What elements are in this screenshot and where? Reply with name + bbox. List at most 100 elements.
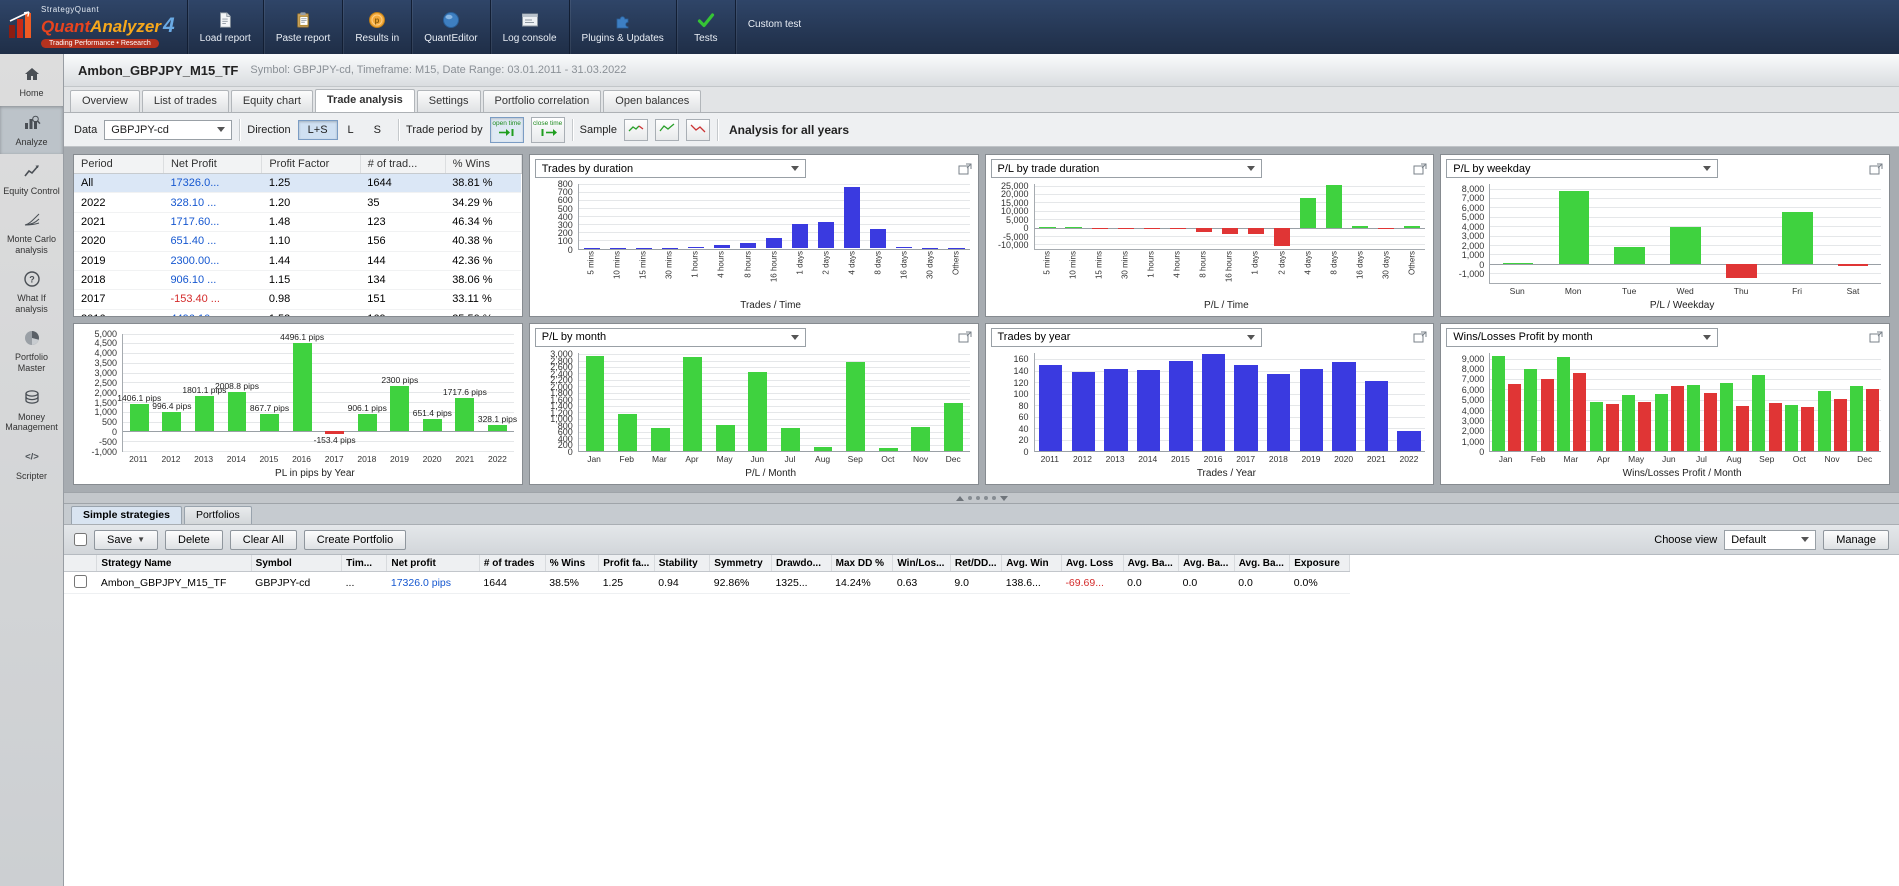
tab-overview[interactable]: Overview bbox=[70, 90, 140, 112]
column-header[interactable]: Profit fa... bbox=[598, 555, 655, 572]
column-header[interactable]: Exposure bbox=[1289, 555, 1350, 572]
column-header[interactable]: # of trades bbox=[479, 555, 546, 572]
x-tick-label: 2 days bbox=[1277, 250, 1287, 275]
table-row[interactable]: 20164496.10...1.5316935.50 % bbox=[74, 309, 522, 316]
sidebar-item-monte-carlo[interactable]: Monte Carlo analysis bbox=[0, 203, 63, 262]
paste-report-button[interactable]: Paste report bbox=[264, 0, 342, 54]
load-report-button[interactable]: Load report bbox=[188, 0, 263, 54]
x-tick-label: Jul bbox=[1696, 454, 1707, 464]
trade-period-close-time-button[interactable]: close time bbox=[530, 116, 565, 143]
expand-chart-icon[interactable] bbox=[1412, 330, 1428, 344]
column-header[interactable]: % Wins bbox=[445, 155, 522, 174]
sidebar-item-analyze[interactable]: Analyze bbox=[0, 105, 63, 155]
bar bbox=[194, 396, 214, 432]
sidebar-item-home[interactable]: Home bbox=[0, 57, 63, 106]
results-in-button[interactable]: p Results in bbox=[343, 0, 411, 54]
panel-splitter-handle[interactable] bbox=[64, 492, 1899, 504]
gridline bbox=[1490, 216, 1881, 218]
column-header[interactable]: Symbol bbox=[251, 555, 343, 572]
table-row[interactable]: 2019 2300.00... 1.44 144 42.36 % bbox=[74, 251, 522, 271]
expand-chart-icon[interactable] bbox=[957, 162, 973, 176]
tab-portfolios[interactable]: Portfolios bbox=[183, 506, 252, 524]
column-header[interactable]: Period bbox=[74, 155, 164, 174]
tests-button[interactable]: Tests bbox=[677, 0, 735, 54]
view-select[interactable]: Default bbox=[1724, 529, 1817, 550]
tab-portfolio-correlation[interactable]: Portfolio correlation bbox=[482, 90, 602, 112]
column-header[interactable]: Ret/DD... bbox=[950, 555, 1003, 572]
expand-chart-icon[interactable] bbox=[957, 330, 973, 344]
table-row[interactable]: 2021 1717.60... 1.48 123 46.34 % bbox=[74, 212, 522, 233]
expand-chart-icon[interactable] bbox=[1412, 162, 1428, 176]
tab-trade-analysis[interactable]: Trade analysis bbox=[314, 89, 415, 112]
table-row[interactable]: All 17326.0... 1.25 1644 38.81 % bbox=[74, 173, 522, 194]
column-header[interactable]: % Wins bbox=[545, 555, 600, 572]
sidebar-item-scripter[interactable]: </> Scripter bbox=[0, 439, 63, 488]
table-row[interactable]: 2022 328.10 ... 1.20 35 34.29 % bbox=[74, 192, 522, 213]
sidebar-item-money-management[interactable]: Money Management bbox=[0, 380, 63, 439]
chart-type-select[interactable]: Trades by duration bbox=[534, 159, 807, 178]
column-header[interactable]: Tim... bbox=[341, 555, 388, 572]
tab-list-of-trades[interactable]: List of trades bbox=[141, 90, 229, 112]
table-row[interactable]: 2020 651.40 ... 1.10 156 40.38 % bbox=[74, 231, 522, 252]
direction-short-button[interactable]: S bbox=[364, 120, 391, 140]
tab-settings[interactable]: Settings bbox=[416, 90, 481, 112]
sidebar-item-portfolio-master[interactable]: Portfolio Master bbox=[0, 321, 63, 380]
tab-open-balances[interactable]: Open balances bbox=[603, 90, 702, 112]
column-header[interactable]: # of trad... bbox=[360, 155, 446, 174]
data-select[interactable]: GBPJPY-cd bbox=[104, 119, 233, 140]
column-header[interactable]: Drawdo... bbox=[771, 555, 832, 572]
column-header[interactable]: Avg. Win bbox=[1001, 555, 1062, 572]
sidebar-item-what-if[interactable]: ? What If analysis bbox=[0, 262, 63, 321]
chart-type-select[interactable]: P/L by month bbox=[534, 327, 807, 347]
expand-chart-icon[interactable] bbox=[1868, 330, 1884, 344]
column-header[interactable]: Profit Factor bbox=[261, 155, 361, 174]
trade-period-open-time-button[interactable]: open time bbox=[489, 116, 524, 143]
column-header[interactable]: Net Profit bbox=[163, 155, 263, 174]
table-row[interactable]: 2018 906.10 ... 1.15 134 38.06 % bbox=[74, 270, 522, 291]
table-row[interactable]: Ambon_GBPJPY_M15_TF GBPJPY-cd... 17326.0 p… bbox=[64, 571, 1350, 594]
manage-button[interactable]: Manage bbox=[1823, 529, 1889, 550]
column-header[interactable]: Win/Los... bbox=[892, 555, 951, 572]
plugins-updates-button[interactable]: Plugins & Updates bbox=[570, 0, 676, 54]
column-header[interactable]: Avg. Ba... bbox=[1178, 555, 1235, 572]
bar bbox=[1837, 263, 1869, 267]
column-header[interactable]: Symmetry bbox=[709, 555, 772, 572]
sample-out-of-sample-button[interactable] bbox=[685, 118, 710, 141]
table-cell: 1644 bbox=[479, 571, 546, 594]
column-header[interactable]: Strategy Name bbox=[96, 555, 252, 572]
column-header[interactable]: Max DD % bbox=[831, 555, 894, 572]
x-tick-label: Aug bbox=[1726, 454, 1742, 464]
chart-type-select[interactable]: P/L by trade duration bbox=[990, 159, 1262, 178]
row-checkbox[interactable] bbox=[73, 574, 87, 588]
chart-type-select[interactable]: P/L by weekday bbox=[1446, 159, 1718, 178]
direction-long-short-button[interactable]: L+S bbox=[297, 119, 338, 140]
column-header[interactable]: Avg. Ba... bbox=[1123, 555, 1180, 572]
column-header[interactable]: Avg. Loss bbox=[1061, 555, 1124, 572]
create-portfolio-button[interactable]: Create Portfolio bbox=[303, 529, 407, 550]
bar bbox=[585, 355, 605, 451]
chart-type-select[interactable]: Trades by year bbox=[990, 327, 1262, 347]
log-console-button[interactable]: Log console bbox=[491, 0, 569, 54]
period-stats-panel: Period Net Profit Profit Factor # of trad..… bbox=[73, 154, 523, 317]
x-tick-label: 1 hours bbox=[690, 250, 700, 278]
sidebar-item-equity-control[interactable]: Equity Control bbox=[0, 154, 63, 203]
column-header[interactable]: Net profit bbox=[386, 555, 480, 572]
select-all-checkbox[interactable] bbox=[74, 533, 87, 546]
tab-equity-chart[interactable]: Equity chart bbox=[230, 90, 313, 112]
clear-all-button[interactable]: Clear All bbox=[229, 529, 297, 550]
custom-test-button[interactable]: Custom test bbox=[736, 0, 813, 54]
save-button[interactable]: Save ▼ bbox=[94, 529, 158, 550]
tab-simple-strategies[interactable]: Simple strategies bbox=[71, 506, 182, 524]
delete-button[interactable]: Delete bbox=[165, 529, 223, 550]
direction-long-button[interactable]: L bbox=[338, 120, 364, 140]
quant-editor-button[interactable]: QuantEditor bbox=[412, 0, 489, 54]
chart-type-select[interactable]: Wins/Losses Profit by month bbox=[1446, 327, 1718, 347]
expand-chart-icon[interactable] bbox=[1868, 162, 1884, 176]
column-header[interactable]: Avg. Ba... bbox=[1234, 555, 1291, 572]
gridline bbox=[578, 192, 970, 194]
sample-all-button[interactable] bbox=[623, 118, 648, 141]
sample-in-sample-button[interactable] bbox=[654, 118, 679, 141]
table-cell: 1.10 bbox=[261, 231, 361, 252]
column-header[interactable]: Stability bbox=[654, 555, 711, 572]
table-row[interactable]: 2017 -153.40 ... 0.98 151 33.11 % bbox=[74, 289, 522, 310]
